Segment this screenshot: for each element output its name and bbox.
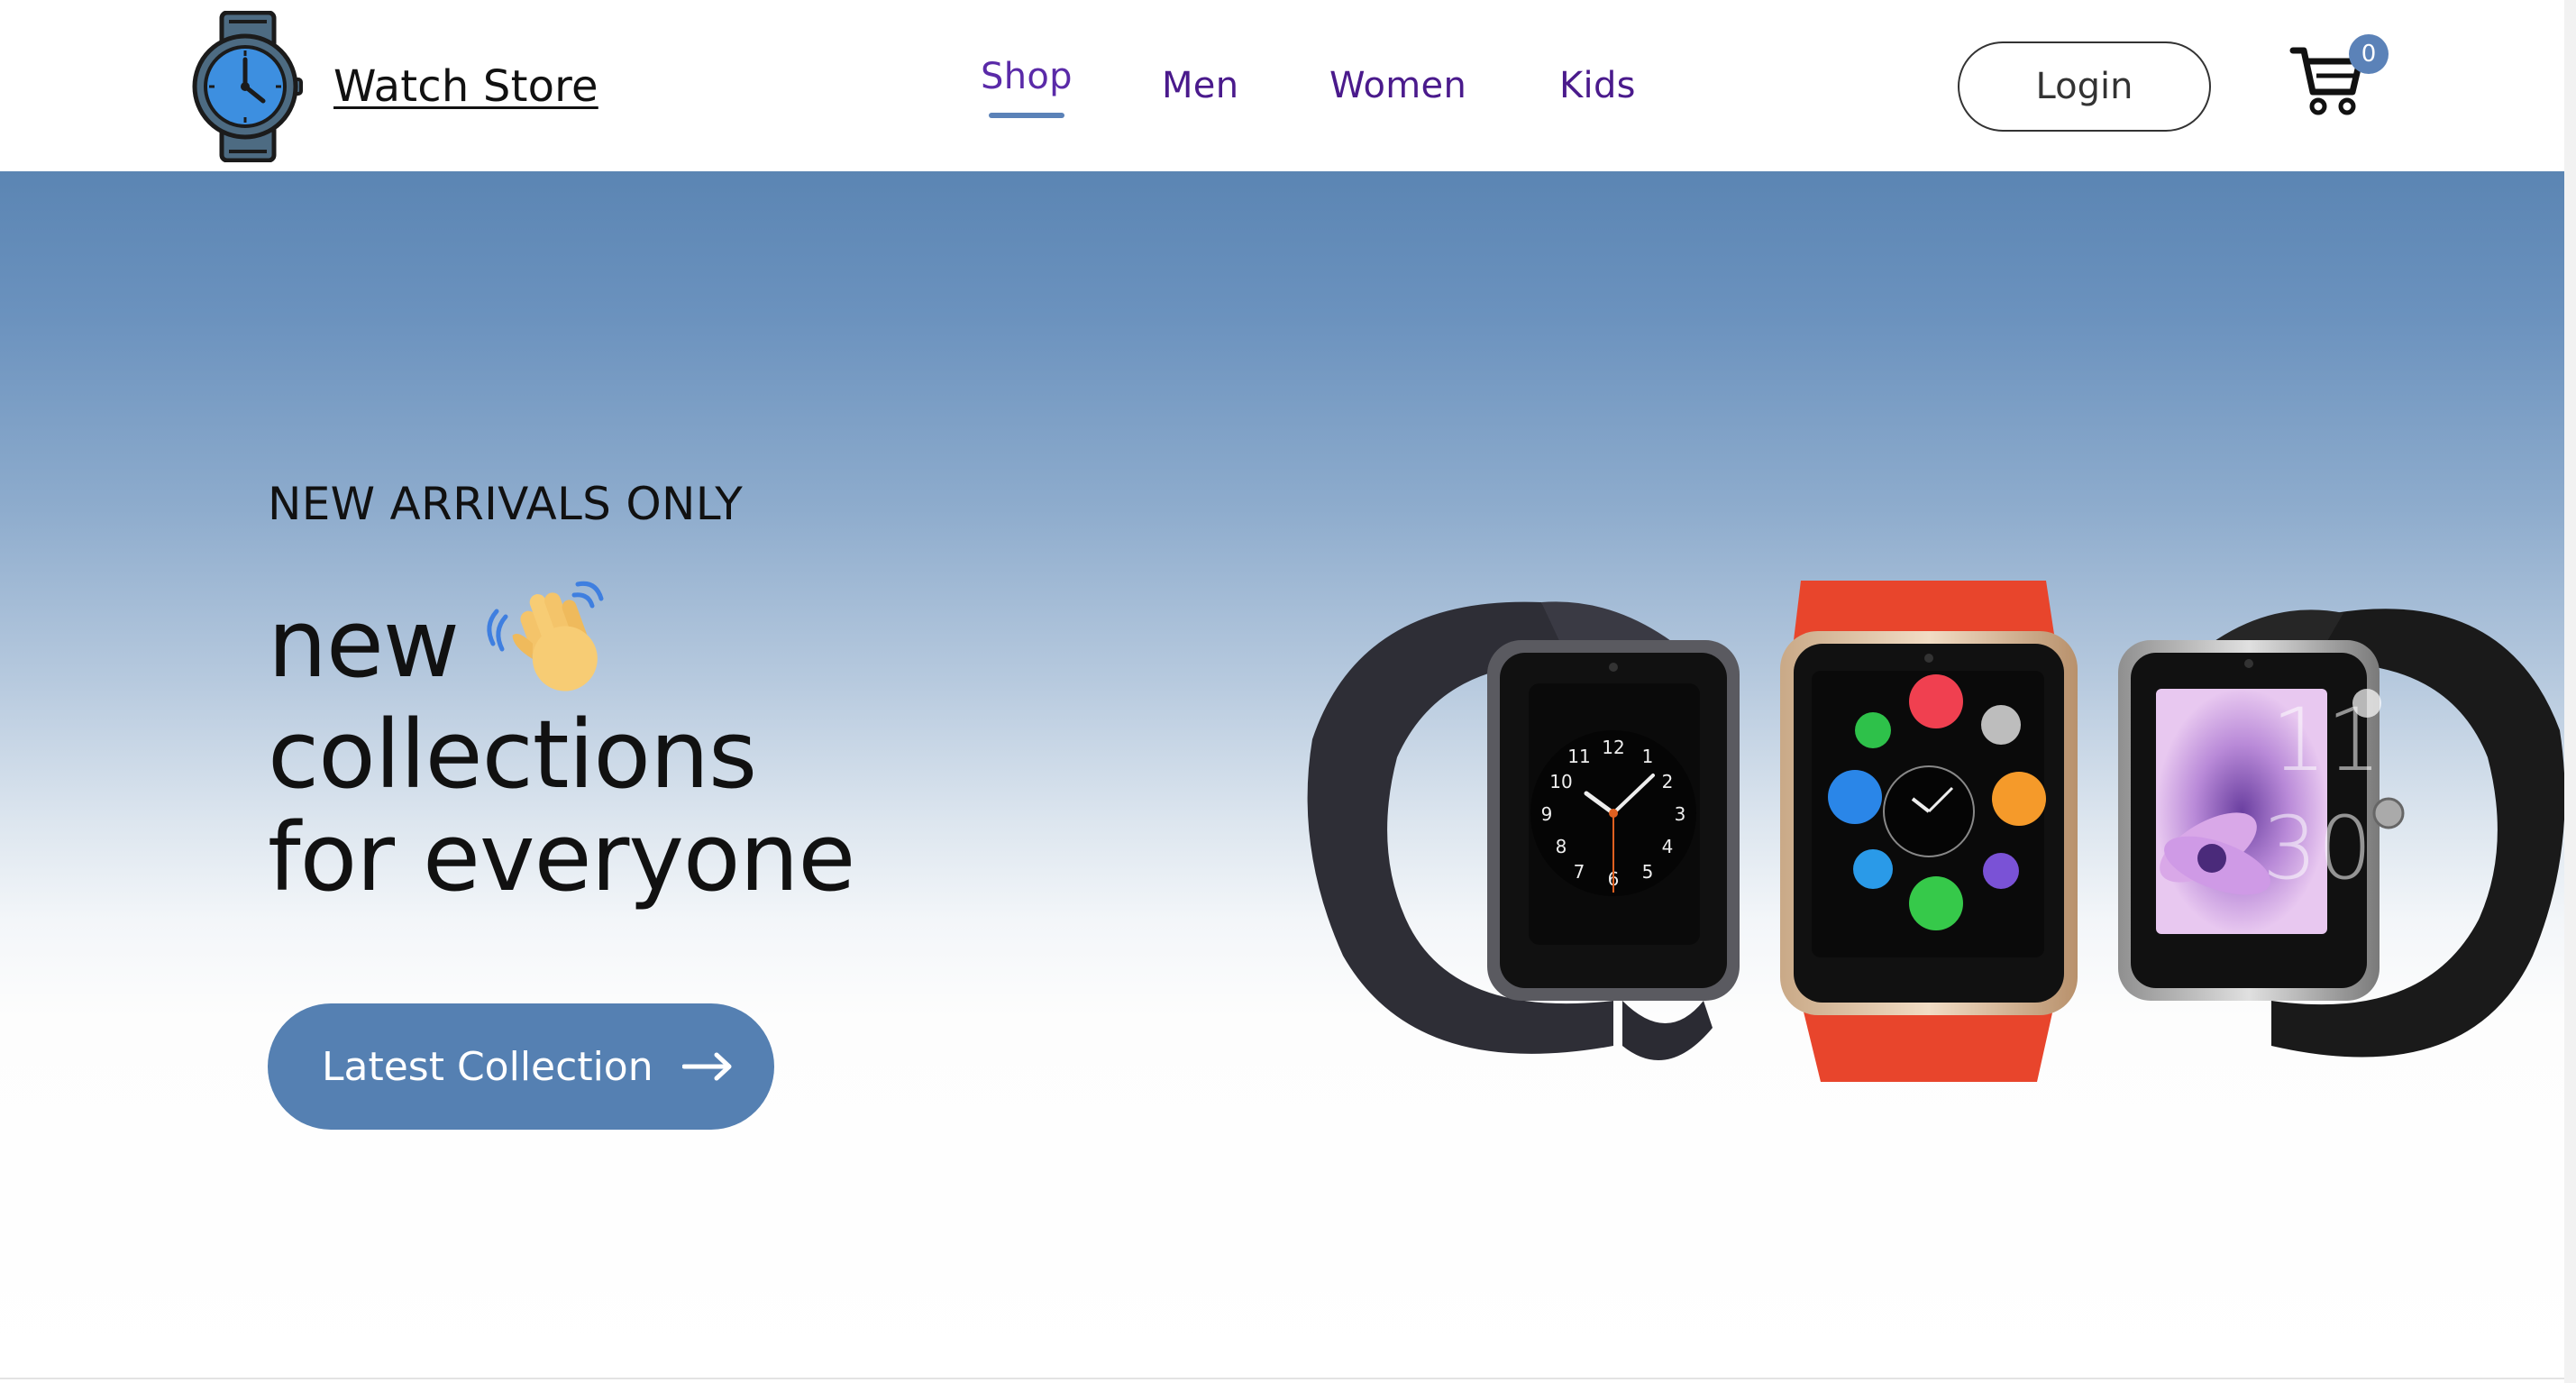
cta-label: Latest Collection bbox=[322, 1043, 653, 1090]
watch-black-flower: 11 30 bbox=[2118, 609, 2564, 1058]
page: Watch Store Shop Men Women Kids Login 0 … bbox=[0, 0, 2576, 1383]
product-watches-image: 126 93 111 102 84 75 bbox=[1307, 581, 2564, 1082]
headline-line-2: collections bbox=[268, 700, 757, 810]
svg-text:3: 3 bbox=[1675, 803, 1686, 825]
watch-red-apps bbox=[1780, 581, 2078, 1082]
watch-black-analog: 126 93 111 102 84 75 bbox=[1307, 601, 1740, 1060]
svg-text:30: 30 bbox=[2262, 798, 2372, 899]
login-button[interactable]: Login bbox=[1958, 41, 2211, 132]
page-bottom-divider bbox=[0, 1378, 2576, 1379]
headline-line-1: new bbox=[268, 568, 854, 703]
nav-item-women[interactable]: Women bbox=[1329, 65, 1466, 106]
hero-section: NEW ARRIVALS ONLY new collections for ev… bbox=[0, 171, 2564, 1379]
svg-text:10: 10 bbox=[1549, 771, 1572, 792]
svg-text:1: 1 bbox=[1642, 746, 1654, 767]
svg-text:2: 2 bbox=[1662, 771, 1674, 792]
nav-active-indicator bbox=[989, 113, 1064, 118]
nav-item-men[interactable]: Men bbox=[1162, 65, 1238, 106]
cart-count-badge: 0 bbox=[2349, 34, 2389, 74]
site-header: Watch Store Shop Men Women Kids Login 0 bbox=[0, 0, 2564, 171]
arrow-right-icon bbox=[681, 1052, 732, 1081]
nav-item-kids[interactable]: Kids bbox=[1559, 65, 1636, 106]
scrollbar-track[interactable] bbox=[2564, 0, 2576, 1383]
hero-headline: new collections for everyone bbox=[268, 568, 855, 912]
svg-text:7: 7 bbox=[1574, 861, 1585, 883]
headline-line-1-text: new bbox=[268, 589, 460, 699]
headline-line-3: for everyone bbox=[268, 802, 855, 912]
svg-text:12: 12 bbox=[1602, 737, 1624, 758]
svg-text:9: 9 bbox=[1541, 803, 1553, 825]
svg-text:8: 8 bbox=[1556, 836, 1567, 857]
hero-eyebrow: NEW ARRIVALS ONLY bbox=[268, 478, 744, 530]
nav-item-shop[interactable]: Shop bbox=[981, 56, 1073, 97]
waving-hand-icon bbox=[487, 581, 604, 692]
cart-button[interactable]: 0 bbox=[2289, 32, 2398, 123]
latest-collection-button[interactable]: Latest Collection bbox=[268, 1003, 774, 1130]
svg-text:4: 4 bbox=[1662, 836, 1674, 857]
svg-text:11: 11 bbox=[1567, 746, 1590, 767]
svg-text:5: 5 bbox=[1642, 861, 1654, 883]
